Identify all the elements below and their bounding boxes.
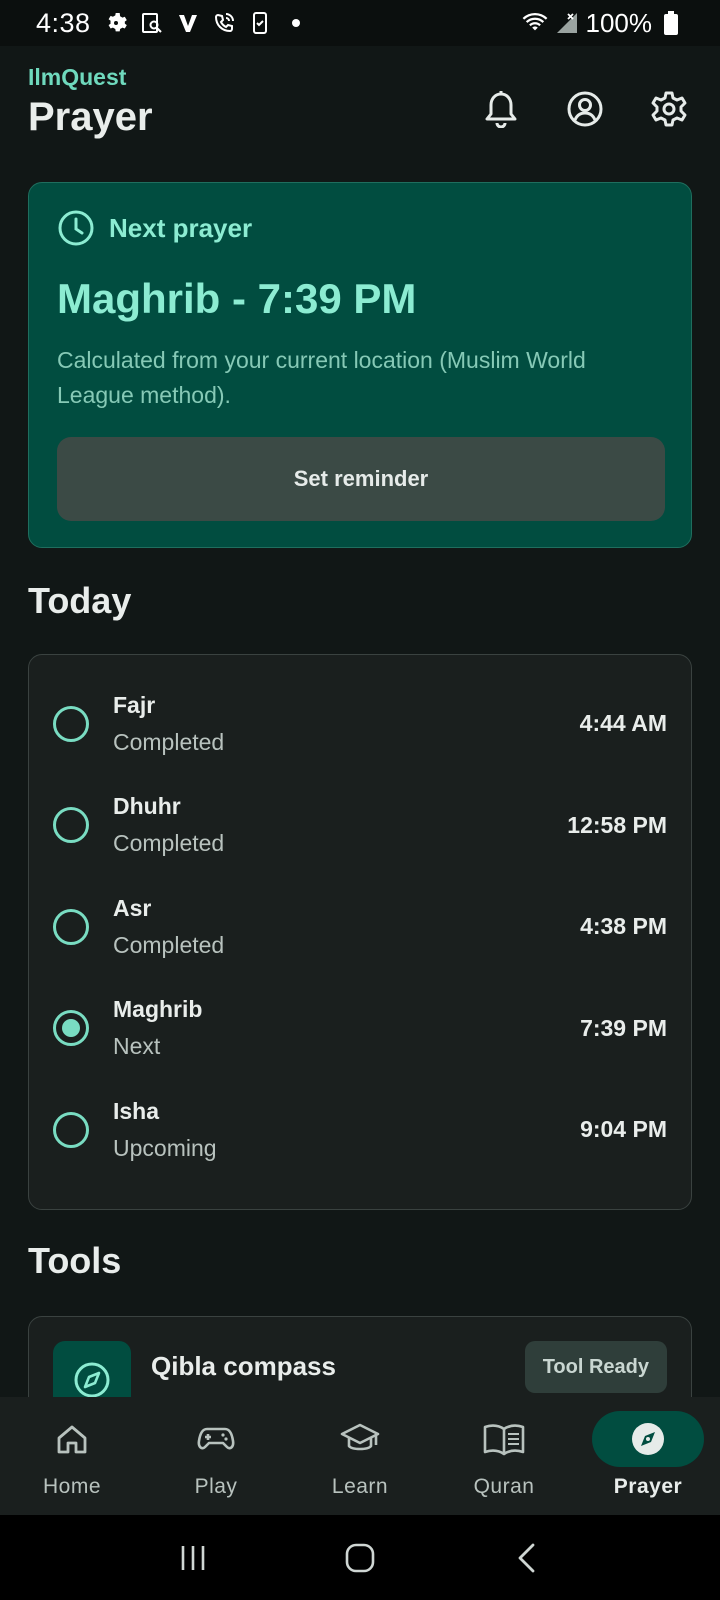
home-square-icon xyxy=(345,1543,375,1572)
prayer-name: Fajr xyxy=(113,691,156,718)
set-reminder-button[interactable]: Set reminder xyxy=(57,437,665,521)
nav-label: Quran xyxy=(473,1475,535,1498)
prayer-info: Maghrib Next xyxy=(113,996,580,1060)
nav-label: Learn xyxy=(331,1475,389,1498)
notifications-button[interactable] xyxy=(478,86,524,132)
compass-icon xyxy=(74,1362,110,1398)
prayer-radio[interactable] xyxy=(53,705,89,742)
prayer-name: Asr xyxy=(113,894,152,921)
recent-apps-icon xyxy=(182,1545,205,1570)
prayer-row-isha[interactable]: Isha Upcoming 9:04 PM xyxy=(53,1079,667,1181)
battery-icon xyxy=(658,10,684,36)
nav-play[interactable]: Play xyxy=(144,1397,288,1515)
nav-home[interactable]: Home xyxy=(0,1397,144,1515)
compass-icon xyxy=(632,1423,664,1455)
prayer-row-maghrib[interactable]: Maghrib Next 7:39 PM xyxy=(53,978,667,1080)
tool-name: Qibla compass xyxy=(151,1351,336,1381)
app-header: IlmQuest Prayer xyxy=(28,64,692,154)
next-prayer-value: Maghrib - 7:39 PM xyxy=(57,275,417,322)
prayer-name: Maghrib xyxy=(113,996,203,1023)
prayer-info: Dhuhr Completed xyxy=(113,793,567,857)
prayer-time: 9:04 PM xyxy=(580,1116,667,1143)
gear-status-icon xyxy=(103,10,129,36)
prayer-info: Fajr Completed xyxy=(113,692,580,756)
prayer-name: Isha xyxy=(113,1097,160,1124)
tool-ready-badge: Tool Ready xyxy=(524,1341,667,1393)
prayer-radio[interactable] xyxy=(53,1111,89,1148)
nav-icon-wrap xyxy=(160,1411,272,1467)
prayer-radio[interactable] xyxy=(53,807,89,844)
v-app-icon xyxy=(175,10,201,36)
settings-icon xyxy=(651,91,687,127)
prayer-time: 7:39 PM xyxy=(580,1014,667,1041)
nav-icon-wrap xyxy=(448,1411,560,1467)
account-icon xyxy=(567,91,603,127)
next-prayer-card: Next prayer Maghrib - 7:39 PM Calculated… xyxy=(28,182,692,548)
settings-button[interactable] xyxy=(646,86,692,132)
nav-icon-wrap-active xyxy=(592,1411,704,1467)
screen-search-icon xyxy=(139,10,165,36)
status-bar: 4:38 100% xyxy=(0,0,720,46)
today-prayer-list: Fajr Completed 4:44 AM Dhuhr Completed 1… xyxy=(28,654,692,1210)
next-prayer-label: Next prayer xyxy=(109,212,253,243)
prayer-time: 12:58 PM xyxy=(567,811,667,838)
prayer-row-dhuhr[interactable]: Dhuhr Completed 12:58 PM xyxy=(53,775,667,877)
signal-icon xyxy=(554,10,580,36)
tools-section-title: Tools xyxy=(28,1240,122,1281)
prayer-row-fajr[interactable]: Fajr Completed 4:44 AM xyxy=(53,673,667,775)
nav-learn[interactable]: Learn xyxy=(288,1397,432,1515)
nav-label: Home xyxy=(42,1475,102,1498)
nav-label: Prayer xyxy=(613,1475,683,1498)
nav-quran[interactable]: Quran xyxy=(432,1397,576,1515)
prayer-row-asr[interactable]: Asr Completed 4:38 PM xyxy=(53,876,667,978)
prayer-status: Completed xyxy=(113,931,225,958)
prayer-name: Dhuhr xyxy=(113,793,181,820)
nav-icon-wrap xyxy=(16,1411,128,1467)
prayer-info: Asr Completed xyxy=(113,895,580,959)
status-left: 4:38 xyxy=(36,8,309,39)
bottom-navigation: Home Play Learn Quran Prayer xyxy=(0,1397,720,1515)
notification-dot-icon xyxy=(283,10,309,36)
today-section-title: Today xyxy=(28,580,132,621)
bell-icon xyxy=(485,91,517,128)
battery-percentage: 100% xyxy=(585,7,653,38)
prayer-status: Completed xyxy=(113,830,225,857)
home-system-button[interactable] xyxy=(330,1528,390,1588)
status-right: 100% xyxy=(522,8,685,39)
clock-icon xyxy=(58,210,94,246)
graduation-cap-icon xyxy=(340,1423,380,1451)
radio-selected-dot xyxy=(62,1019,80,1038)
nav-label: Play xyxy=(194,1475,238,1498)
prayer-info: Isha Upcoming xyxy=(113,1098,580,1162)
recent-apps-button[interactable] xyxy=(163,1528,223,1588)
back-button[interactable] xyxy=(497,1528,557,1588)
back-chevron-icon xyxy=(518,1543,535,1572)
wifi-call-icon xyxy=(211,10,237,36)
wifi-icon xyxy=(522,10,548,36)
nav-icon-wrap xyxy=(304,1411,416,1467)
next-prayer-header: Next prayer xyxy=(57,209,663,247)
prayer-status: Completed xyxy=(113,728,225,755)
prayer-status: Next xyxy=(113,1033,161,1060)
gamepad-icon xyxy=(197,1427,235,1450)
prayer-time: 4:38 PM xyxy=(580,913,667,940)
phone-check-icon xyxy=(247,10,273,36)
prayer-time: 4:44 AM xyxy=(579,710,667,737)
nav-prayer[interactable]: Prayer xyxy=(576,1397,720,1515)
prayer-status: Upcoming xyxy=(113,1134,217,1161)
home-icon xyxy=(57,1425,87,1454)
book-icon xyxy=(483,1424,525,1456)
prayer-radio-selected[interactable] xyxy=(53,1010,89,1047)
next-prayer-description: Calculated from your current location (M… xyxy=(57,347,586,408)
prayer-screen: 4:38 100% IlmQuest Prayer Next prayer Ma… xyxy=(0,0,720,1600)
system-navigation-bar xyxy=(0,1515,720,1600)
header-actions xyxy=(478,86,692,132)
status-time: 4:38 xyxy=(36,7,91,38)
profile-button[interactable] xyxy=(562,86,608,132)
prayer-radio[interactable] xyxy=(53,908,89,945)
